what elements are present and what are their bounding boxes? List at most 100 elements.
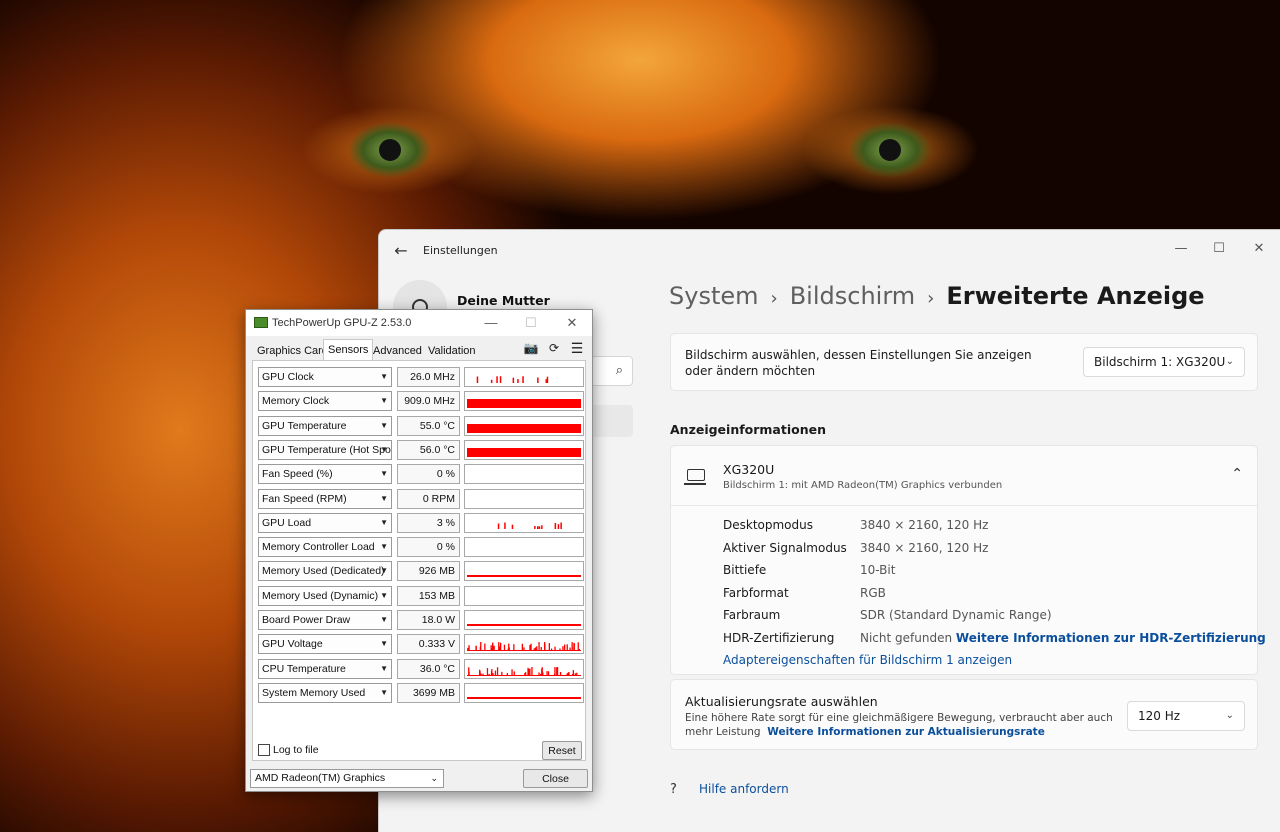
sensor-row: GPU Clock ▼ 26.0 MHz xyxy=(258,367,588,387)
triangle-down-icon: ▼ xyxy=(380,469,388,479)
sensor-graph xyxy=(464,367,584,387)
triangle-down-icon: ▼ xyxy=(380,517,388,527)
sensor-name-dropdown[interactable]: System Memory Used ▼ xyxy=(258,682,392,703)
minimize-icon[interactable]: — xyxy=(1163,236,1199,262)
settings-titlebar: ← Einstellungen — ☐ ✕ xyxy=(379,230,1280,272)
info-label: Desktopmodus xyxy=(723,518,813,532)
sensor-value: 3699 MB xyxy=(397,682,460,703)
sensor-row: Fan Speed (RPM) ▼ 0 RPM xyxy=(258,488,588,509)
refresh-info-link[interactable]: Weitere Informationen zur Aktualisierung… xyxy=(767,726,1045,738)
sensor-value: 3 % xyxy=(397,512,460,533)
sensor-name: GPU Clock xyxy=(262,371,314,383)
display-info-header[interactable]: XG320U Bildschirm 1: mit AMD Radeon(TM) … xyxy=(671,446,1257,506)
chevron-up-icon[interactable]: ⌃ xyxy=(1231,466,1243,482)
back-arrow-icon[interactable]: ← xyxy=(391,241,411,261)
close-button[interactable]: Close xyxy=(523,769,588,788)
section-title: Anzeigeinformationen xyxy=(670,422,826,437)
triangle-down-icon: ▼ xyxy=(380,639,388,649)
gpu-select-value: AMD Radeon(TM) Graphics xyxy=(255,772,386,784)
sensor-value: 56.0 °C xyxy=(397,439,460,460)
camera-icon[interactable]: 📷 xyxy=(523,340,539,356)
sensor-name-dropdown[interactable]: GPU Load ▼ xyxy=(258,512,392,533)
settings-window-title: Einstellungen xyxy=(423,244,498,257)
sensor-name: GPU Temperature xyxy=(262,419,347,432)
info-value: 3840 × 2160, 120 Hz xyxy=(860,541,989,555)
info-value: Nicht gefunden Weitere Informationen zur… xyxy=(860,631,1266,645)
sensor-name-dropdown[interactable]: CPU Temperature ▼ xyxy=(258,658,392,679)
sensor-graph xyxy=(464,658,584,679)
triangle-down-icon: ▼ xyxy=(380,542,388,552)
hdr-info-link[interactable]: Weitere Informationen zur HDR-Zertifizie… xyxy=(956,631,1266,645)
sensor-row: GPU Temperature ▼ 55.0 °C xyxy=(258,415,588,436)
triangle-down-icon: ▼ xyxy=(380,444,388,454)
sensor-graph xyxy=(464,682,584,703)
sensors-panel: GPU Clock ▼ 26.0 MHz Memory Clock ▼ 909.0 MHz… xyxy=(252,361,586,761)
sensor-value: 26.0 MHz xyxy=(397,367,460,387)
help-link[interactable]: ? Hilfe anfordern xyxy=(670,782,789,797)
sensor-name-dropdown[interactable]: Memory Clock ▼ xyxy=(258,391,392,412)
sensor-name: Memory Controller Load xyxy=(262,541,375,554)
sensor-name-dropdown[interactable]: GPU Temperature ▼ xyxy=(258,415,392,436)
sensor-row: Memory Used (Dedicated) ▼ 926 MB xyxy=(258,561,588,582)
triangle-down-icon: ▼ xyxy=(380,566,388,576)
sensor-name-dropdown[interactable]: Fan Speed (RPM) ▼ xyxy=(258,488,392,509)
sensor-row: GPU Voltage ▼ 0.333 V xyxy=(258,634,588,655)
close-icon[interactable]: ✕ xyxy=(1241,236,1277,262)
sensor-value: 0 RPM xyxy=(397,488,460,509)
breadcrumb-bildschirm[interactable]: Bildschirm xyxy=(790,282,915,310)
minimize-icon[interactable]: — xyxy=(477,313,505,333)
sensor-name: Memory Used (Dynamic) xyxy=(262,589,379,602)
close-icon[interactable]: ✕ xyxy=(558,313,586,333)
sensor-row: Memory Used (Dynamic) ▼ 153 MB xyxy=(258,585,588,606)
info-value: SDR (Standard Dynamic Range) xyxy=(860,608,1052,622)
adapter-properties-link[interactable]: Adaptereigenschaften für Bildschirm 1 an… xyxy=(723,653,1012,667)
chevron-right-icon: › xyxy=(927,288,935,309)
display-info-card: XG320U Bildschirm 1: mit AMD Radeon(TM) … xyxy=(670,445,1266,675)
refresh-rate-dropdown[interactable]: 120 Hz ⌄ xyxy=(1127,701,1245,731)
menu-icon[interactable]: ☰ xyxy=(569,340,585,356)
search-icon[interactable]: ⌕ xyxy=(616,363,623,378)
refresh-rate-value: 120 Hz xyxy=(1138,709,1181,723)
sensor-name: GPU Temperature (Hot Spot) xyxy=(262,443,392,456)
sensor-name-dropdown[interactable]: Memory Controller Load ▼ xyxy=(258,537,392,558)
display-select-dropdown[interactable]: Bildschirm 1: XG320U ⌄ xyxy=(1083,347,1245,377)
reset-button[interactable]: Reset xyxy=(542,741,582,760)
tab-sensors[interactable]: Sensors xyxy=(323,339,374,361)
sensor-name-dropdown[interactable]: Memory Used (Dedicated) ▼ xyxy=(258,561,392,582)
sensor-row: Memory Controller Load ▼ 0 % xyxy=(258,537,588,558)
sensor-name-dropdown[interactable]: GPU Clock ▼ xyxy=(258,367,392,387)
sensor-row: GPU Load ▼ 3 % xyxy=(258,512,588,533)
sensor-name-dropdown[interactable]: Memory Used (Dynamic) ▼ xyxy=(258,585,392,606)
hdr-value: Nicht gefunden xyxy=(860,631,953,645)
info-label: Bittiefe xyxy=(723,563,767,577)
display-name: XG320U xyxy=(723,462,775,477)
sensor-graph xyxy=(464,561,584,582)
refresh-icon[interactable]: ⟳ xyxy=(546,340,562,356)
sensor-name: GPU Voltage xyxy=(262,638,323,651)
info-label: Aktiver Signalmodus xyxy=(723,541,847,555)
triangle-down-icon: ▼ xyxy=(380,687,388,697)
maximize-icon[interactable]: ☐ xyxy=(1201,236,1237,262)
log-to-file-label: Log to file xyxy=(273,744,319,756)
info-value: 3840 × 2160, 120 Hz xyxy=(860,518,989,532)
sensor-name-dropdown[interactable]: GPU Temperature (Hot Spot) ▼ xyxy=(258,439,392,460)
sensor-row: Fan Speed (%) ▼ 0 % xyxy=(258,464,588,485)
sensor-value: 0 % xyxy=(397,537,460,558)
refresh-title: Aktualisierungsrate auswählen xyxy=(685,694,878,709)
sensor-graph xyxy=(464,439,584,460)
breadcrumb-system[interactable]: System xyxy=(669,282,759,310)
tab-graphics-card[interactable]: Graphics Card xyxy=(253,341,332,361)
gpu-select-dropdown[interactable]: AMD Radeon(TM) Graphics ⌄ xyxy=(250,769,444,788)
sensor-graph xyxy=(464,464,584,485)
sensor-graph xyxy=(464,391,584,412)
sensor-name-dropdown[interactable]: Board Power Draw ▼ xyxy=(258,610,392,630)
log-to-file-checkbox[interactable] xyxy=(258,744,270,756)
tab-validation[interactable]: Validation xyxy=(424,341,480,361)
tab-advanced[interactable]: Advanced xyxy=(369,341,426,361)
sensor-value: 18.0 W xyxy=(397,610,460,630)
triangle-down-icon: ▼ xyxy=(380,663,388,673)
sensor-name-dropdown[interactable]: GPU Voltage ▼ xyxy=(258,634,392,655)
maximize-icon[interactable]: ☐ xyxy=(517,313,545,333)
sensor-name-dropdown[interactable]: Fan Speed (%) ▼ xyxy=(258,464,392,485)
display-subtitle: Bildschirm 1: mit AMD Radeon(TM) Graphic… xyxy=(723,480,1003,491)
